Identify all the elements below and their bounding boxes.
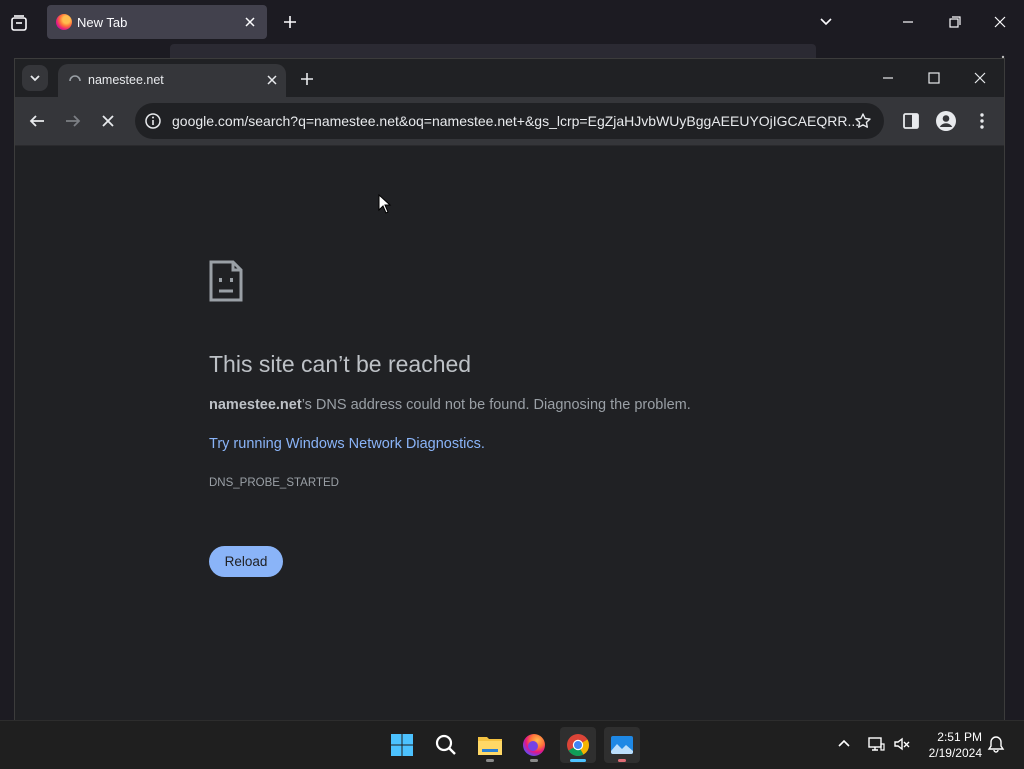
notification-bell-icon[interactable]	[987, 735, 1005, 753]
maximize-icon[interactable]	[924, 68, 944, 88]
start-button[interactable]	[384, 727, 420, 763]
firefox-close-icon[interactable]	[990, 12, 1010, 32]
loading-spinner-icon	[69, 75, 81, 82]
close-icon[interactable]	[241, 13, 259, 31]
network-diagnostics-link[interactable]: Try running Windows Network Diagnostics.	[209, 436, 485, 452]
taskbar-clock[interactable]: 2:51 PM 2/19/2024	[918, 729, 982, 761]
chevron-down-icon[interactable]	[816, 12, 836, 32]
windows-logo-icon	[391, 734, 413, 756]
close-icon[interactable]	[264, 72, 280, 88]
clock-time: 2:51 PM	[937, 730, 982, 744]
bookmark-star-icon[interactable]	[854, 112, 872, 130]
firefox-new-tab-plus-icon[interactable]	[280, 12, 300, 32]
firefox-titlebar: New Tab	[0, 0, 1024, 44]
mouse-cursor-icon	[378, 194, 392, 214]
error-host: namestee.net	[209, 397, 302, 413]
stop-loading-icon[interactable]	[96, 109, 120, 133]
photo-app-icon	[611, 736, 633, 754]
folder-icon	[478, 737, 502, 755]
chrome-tab-title: namestee.net	[88, 73, 164, 87]
volume-muted-icon[interactable]	[893, 735, 911, 753]
error-heading: This site can’t be reached	[209, 351, 472, 377]
firefox-logo-icon	[523, 734, 545, 756]
window-close-icon[interactable]	[970, 68, 990, 88]
firefox-tab-new-tab[interactable]: New Tab	[47, 5, 267, 39]
chrome-toolbar: google.com/search?q=namestee.net&oq=name…	[15, 97, 1004, 146]
firefox-logo-icon	[56, 14, 72, 30]
error-description: namestee.net’s DNS address could not be …	[209, 397, 691, 413]
chrome-taskbar-button[interactable]	[560, 727, 596, 763]
chrome-tab-strip: namestee.net	[15, 59, 1004, 97]
more-menu-icon[interactable]	[970, 109, 994, 133]
firefox-urlbar	[170, 44, 816, 58]
tray-overflow-chevron-icon[interactable]	[836, 736, 852, 752]
sad-page-icon	[209, 260, 243, 302]
firefox-tab-title: New Tab	[77, 15, 128, 30]
side-panel-icon[interactable]	[899, 109, 923, 133]
firefox-tab-overview-icon[interactable]	[8, 12, 30, 34]
url-text[interactable]: google.com/search?q=namestee.net&oq=name…	[172, 113, 859, 129]
tab-search-chevron-icon[interactable]	[22, 65, 48, 91]
file-explorer-button[interactable]	[472, 727, 508, 763]
reload-button[interactable]: Reload	[209, 546, 283, 577]
network-icon[interactable]	[867, 735, 885, 753]
site-info-icon[interactable]	[144, 112, 162, 130]
chrome-tab-namestee[interactable]: namestee.net	[58, 64, 286, 97]
chrome-window: namestee.net google.com/search?q=nameste…	[14, 58, 1005, 721]
chrome-logo-icon	[567, 734, 589, 756]
firefox-minimize-icon[interactable]	[898, 12, 918, 32]
address-bar[interactable]: google.com/search?q=namestee.net&oq=name…	[135, 103, 884, 139]
search-icon	[435, 734, 456, 755]
clock-date: 2/19/2024	[928, 746, 982, 760]
forward-arrow-icon[interactable]	[61, 109, 85, 133]
error-page: This site can’t be reached namestee.net’…	[15, 146, 1004, 721]
new-tab-plus-icon[interactable]	[297, 69, 317, 89]
error-code: DNS_PROBE_STARTED	[209, 477, 339, 489]
firefox-restore-icon[interactable]	[945, 12, 965, 32]
profile-avatar-icon[interactable]	[934, 109, 958, 133]
back-arrow-icon[interactable]	[25, 109, 49, 133]
minimize-icon[interactable]	[878, 68, 898, 88]
firefox-taskbar-button[interactable]	[516, 727, 552, 763]
error-description-text: ’s DNS address could not be found. Diagn…	[301, 397, 691, 413]
image-viewer-taskbar-button[interactable]	[604, 727, 640, 763]
taskbar-search-button[interactable]	[428, 727, 464, 763]
